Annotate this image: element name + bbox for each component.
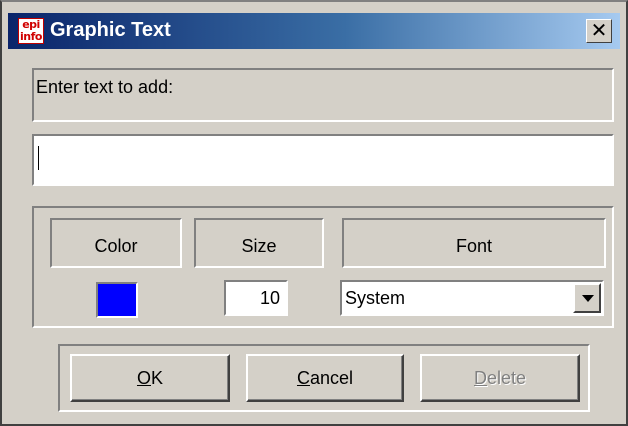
font-header: Font xyxy=(342,218,606,268)
window-title: Graphic Text xyxy=(50,19,171,41)
font-dropdown-button[interactable] xyxy=(573,283,601,313)
cancel-button[interactable]: Cancel xyxy=(246,354,404,402)
ok-button[interactable]: OK xyxy=(70,354,230,402)
text-caret xyxy=(38,146,39,170)
title-bar[interactable]: epi info Graphic Text xyxy=(8,13,620,49)
font-dropdown[interactable]: System xyxy=(340,280,604,316)
size-input[interactable]: 10 xyxy=(224,280,288,316)
close-button[interactable]: ✕ xyxy=(586,19,612,43)
font-selected-value: System xyxy=(345,288,406,308)
delete-button[interactable]: Delete xyxy=(420,354,580,402)
prompt-label: Enter text to add: xyxy=(32,68,614,122)
color-header: Color xyxy=(50,218,182,268)
graphic-text-input[interactable] xyxy=(32,134,614,186)
close-icon: ✕ xyxy=(590,18,608,42)
size-header: Size xyxy=(194,218,324,268)
chevron-down-icon xyxy=(582,295,594,302)
epi-info-app-icon: epi info xyxy=(18,18,44,44)
color-swatch[interactable] xyxy=(96,282,138,318)
